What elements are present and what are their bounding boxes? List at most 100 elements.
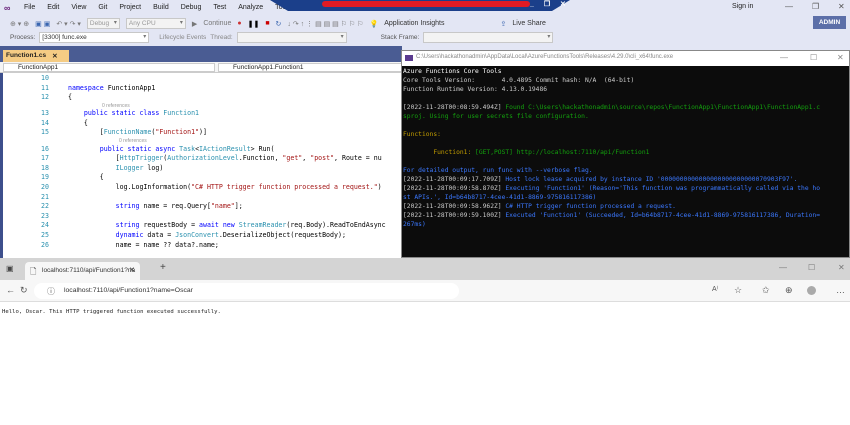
code-line[interactable]: 16 public static async Task<IActionResul… [3,145,402,155]
continue-icon[interactable]: ▶ [192,20,197,28]
code-line[interactable]: 17 [HttpTrigger(AuthorizationLevel.Funct… [3,154,402,164]
code-line[interactable]: 11 namespace FunctionApp1 [3,84,402,94]
code-line[interactable]: 23 [3,212,402,222]
profile-avatar[interactable] [807,286,816,295]
code-token: dynamic [115,230,144,239]
line-number: 23 [41,211,49,220]
menu-git[interactable]: Git [98,4,107,11]
save-icons[interactable]: ▣ ▣ [35,20,50,28]
lifecycle-events-button[interactable]: Lifecycle Events [159,34,206,41]
console-text: 267ms) [403,221,426,228]
thread-select[interactable] [236,32,347,43]
menu-project[interactable]: Project [119,4,141,11]
menu-analyze[interactable]: Analyze [238,4,263,11]
restore-icon[interactable]: ❐ [812,2,819,11]
code-editor[interactable]: 10 11 namespace FunctionApp1 12{0 reference… [0,73,402,258]
step-icons[interactable]: ↓ ↷ ↑ ⋮ ▤ ▤ ▤ ⚐ ⚐ ⚐ [287,20,363,28]
refresh-icon[interactable]: ↻ [20,285,28,296]
code-line[interactable]: 21 [3,193,402,203]
code-line[interactable]: 26 name = name ?? data?.name; [3,241,402,251]
configuration-select[interactable]: Debug [86,18,120,29]
menu-edit[interactable]: Edit [47,4,59,11]
code-line[interactable]: 14 { [3,119,402,129]
back-forward-icons[interactable]: ⊕ ▾ ⊕ [10,20,29,28]
code-token: "C# HTTP trigger function processed a re… [191,182,378,191]
collections-icon[interactable]: ⊕ [785,285,793,296]
code-token: IActionResult [199,144,251,153]
browser-maximize-icon[interactable]: ☐ [808,263,815,272]
console-line: Functions: [403,130,848,139]
console-text: Host lock lease acquired by instance ID … [505,176,798,183]
stack-frame-label: Stack Frame: [380,34,420,41]
hot-reload-icon[interactable]: ● [237,20,241,27]
browser-close-icon[interactable]: ✕ [838,263,845,272]
menu-build[interactable]: Build [153,4,169,11]
browser-minimize-icon[interactable]: — [779,263,787,272]
menu-test[interactable]: Test [213,4,226,11]
close-icon[interactable]: ✕ [838,2,845,11]
console-minimize-icon[interactable]: — [780,53,788,62]
add-favorite-icon[interactable]: ☆ [734,285,742,296]
pause-icon[interactable]: ❚❚ [248,20,260,28]
favorites-icon[interactable]: ✩ [762,285,770,296]
code-line[interactable]: 22 string name = req.Query["name"]; [3,202,402,212]
code-token: "get" [282,154,303,163]
console-text: Executed 'Function1' (Succeeded, Id=b64b… [505,212,821,219]
floating-toolbar-controls[interactable]: _ ❐ ✕ [530,0,570,8]
restart-icon[interactable]: ↻ [276,20,282,28]
sign-in-link[interactable]: Sign in [732,3,753,10]
code-line[interactable]: 12 { [3,93,402,103]
live-share-button[interactable]: Live Share [512,20,545,27]
console-close-icon[interactable]: ✕ [837,53,844,62]
live-share-icon: ⇪ [500,20,507,28]
console-line: [2022-11-28T00:09:58.870Z] Executing 'Fu… [403,184,848,193]
browser-tab[interactable]: 🗋 localhost:7110/api/Function1?na ✕ [25,262,140,280]
class-dropdown[interactable]: FunctionApp1.Function1 [218,63,402,72]
browser-tab-strip: ▣ 🗋 localhost:7110/api/Function1?na ✕ + … [0,258,850,280]
tab-function1-cs[interactable]: Function1.cs ✕ [3,50,69,62]
code-line[interactable]: 18 ILogger log) [3,164,402,174]
menu-view[interactable]: View [71,4,86,11]
menu-debug[interactable]: Debug [181,4,202,11]
console-maximize-icon[interactable]: ☐ [810,53,817,62]
code-line[interactable]: 19 { [3,173,402,183]
line-number: 17 [41,154,49,163]
process-select[interactable]: [3300] func.exe [39,32,150,43]
line-number: 15 [41,128,49,137]
code-line[interactable]: 10 [3,74,402,84]
application-insights-button[interactable]: Application Insights [384,20,444,27]
more-menu-icon[interactable]: … [836,285,845,295]
platform-select[interactable]: Any CPU [125,18,186,29]
minimize-icon[interactable]: — [785,2,793,11]
stack-frame-select[interactable] [423,32,554,43]
new-tab-icon[interactable]: + [160,262,166,273]
code-line[interactable]: 13 public static class Function1 [3,109,402,119]
close-tab-icon[interactable]: ✕ [52,52,57,60]
close-tab-icon[interactable]: ✕ [129,266,135,274]
debug-location-toolbar: Process: [3300] func.exe Lifecycle Event… [0,31,850,44]
code-line[interactable]: 20 log.LogInformation("C# HTTP trigger f… [3,183,402,193]
browser-toolbar: ← ↻ ⓘ localhost:7110/api/Function1?name=… [0,280,850,302]
project-dropdown[interactable]: FunctionApp1 [3,63,215,72]
line-number: 20 [41,182,49,191]
code-token: StreamReader [238,221,287,230]
continue-button[interactable]: Continue [203,20,231,27]
address-bar[interactable]: ⓘ localhost:7110/api/Function1?name=Osca… [34,283,459,299]
info-icon[interactable]: ⓘ [47,286,55,297]
stop-icon[interactable]: ■ [265,20,269,27]
undo-redo-icons[interactable]: ↶ ▾ ↷ ▾ [56,20,81,28]
code-line[interactable]: 15 [FunctionName("Function1")] [3,128,402,138]
code-text: name = name ?? data?.name; [68,241,219,251]
code-token: log) [143,163,164,172]
code-line[interactable]: 25 dynamic data = JsonConvert.Deserializ… [3,231,402,241]
menu-file[interactable]: File [24,4,35,11]
tab-actions-icon[interactable]: ▣ [6,264,14,273]
console-text: C# HTTP trigger function processed a req… [505,203,676,210]
console-text: st APIs.', Id=b64b8717-4cee-41d1-8869-97… [403,194,597,201]
read-aloud-icon[interactable]: A⁾ [712,285,718,293]
back-icon[interactable]: ← [6,285,15,295]
code-line[interactable]: 24 string requestBody = await new Stream… [3,221,402,231]
admin-badge[interactable]: ADMIN [813,16,846,29]
